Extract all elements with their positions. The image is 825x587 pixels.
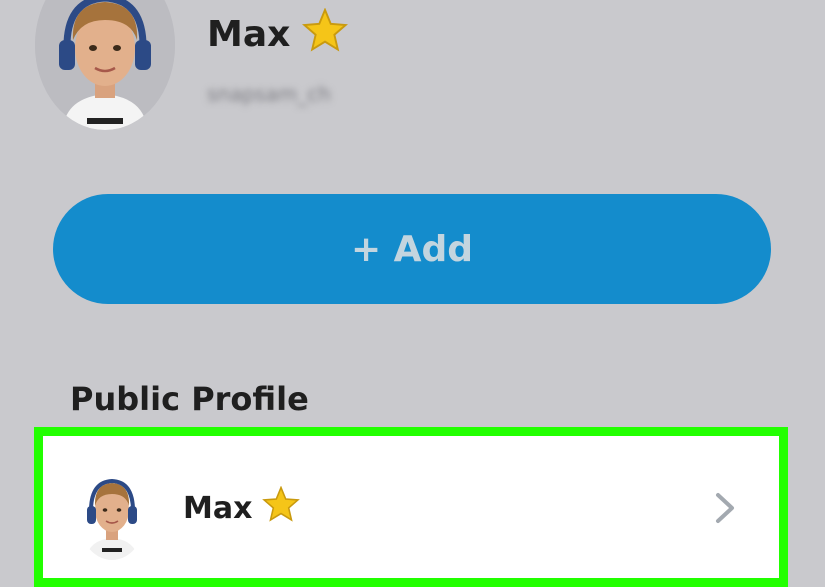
public-profile-row[interactable]: Max <box>43 436 779 578</box>
profile-display-name: Max <box>207 7 349 61</box>
display-name-text: Max <box>207 14 291 55</box>
public-profile-avatar <box>76 460 148 560</box>
public-profile-name-text: Max <box>183 490 253 526</box>
star-icon <box>302 7 349 61</box>
public-profile-highlight: Max <box>34 427 788 587</box>
profile-username: snapsam_ch <box>207 82 331 106</box>
chevron-right-icon <box>713 491 737 525</box>
add-button[interactable]: + Add <box>53 194 771 304</box>
public-profile-section-title: Public Profile <box>70 380 309 418</box>
bitmoji-avatar-small-image <box>76 460 148 560</box>
star-icon <box>262 485 301 530</box>
bitmoji-avatar-image <box>35 0 175 130</box>
profile-avatar[interactable] <box>35 0 175 130</box>
public-profile-name: Max <box>183 485 301 530</box>
